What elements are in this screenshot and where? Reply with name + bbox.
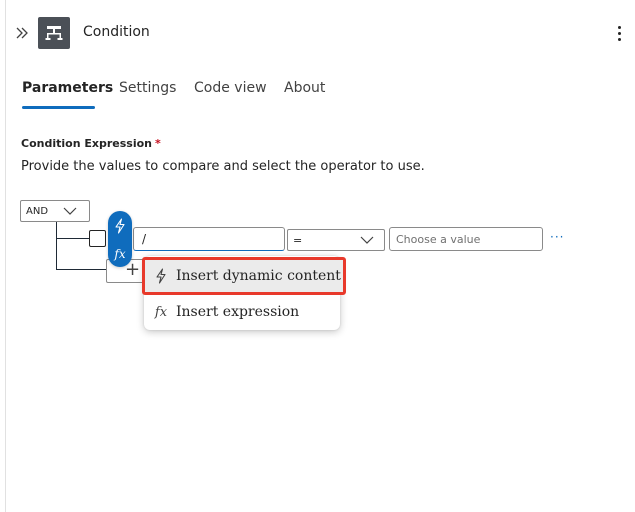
tab-parameters[interactable]: Parameters [22,80,113,96]
tree-line [56,222,57,270]
more-vertical-icon [617,25,621,29]
fx-icon: fx [152,305,170,320]
chevron-down-icon [63,207,77,215]
tab-settings[interactable]: Settings [119,80,176,96]
row-more-options[interactable]: ··· [550,230,564,244]
condition-panel: Condition Parameters Settings Code view … [0,0,635,512]
right-value-input[interactable] [389,227,543,251]
fx-glyph: fx [154,304,168,320]
tab-about[interactable]: About [284,80,325,96]
lightning-icon [115,218,125,234]
panel-left-border [5,0,6,512]
double-chevron-right-icon [16,27,28,39]
menu-item-insert-expression[interactable]: fx Insert expression [144,295,340,329]
group-operator-value: AND [26,205,49,217]
token-picker-pill: fx [108,211,132,267]
more-dot [617,31,621,35]
more-options-button[interactable] [612,24,626,42]
fx-icon: fx [114,247,126,261]
panel-title: Condition [83,24,150,40]
menu-item-insert-dynamic-content[interactable]: Insert dynamic content [142,257,346,295]
group-operator-dropdown[interactable]: AND [20,200,90,222]
tab-code-view[interactable]: Code view [194,80,267,96]
condition-icon [38,17,70,49]
menu-item-label: Insert expression [176,304,300,320]
menu-item-label: Insert dynamic content [176,268,341,284]
row-checkbox[interactable] [89,230,106,247]
tree-line [56,238,89,239]
lightning-icon [152,268,170,284]
active-tab-indicator [22,106,95,109]
condition-expression-text: Condition Expression [21,137,152,150]
more-dot [617,37,621,41]
insert-menu: Insert dynamic content fx Insert express… [142,256,346,330]
chevron-down-icon [360,236,374,244]
tree-line [56,269,106,270]
required-marker: * [154,137,161,150]
left-value-input[interactable] [133,227,285,251]
condition-expression-label: Condition Expression * [21,137,161,150]
insert-expression-button[interactable]: fx [108,241,132,267]
operator-value: = [293,233,303,247]
collapse-panel-button[interactable] [14,24,30,42]
condition-help-text: Provide the values to compare and select… [21,159,425,174]
insert-dynamic-content-button[interactable] [108,213,132,239]
operator-dropdown[interactable]: = [287,229,385,251]
